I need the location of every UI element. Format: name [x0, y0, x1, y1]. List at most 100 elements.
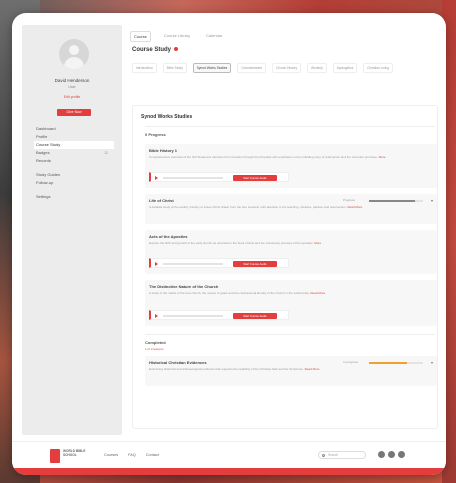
- read-more-link[interactable]: Read More: [310, 291, 325, 295]
- footer-logo-text: WORLD BIBLE SCHOOL: [63, 449, 86, 457]
- bible-logo-icon[interactable]: [50, 449, 60, 463]
- divider: [145, 334, 435, 335]
- subtab-church-history[interactable]: Church History: [271, 63, 302, 73]
- avatar-body-shape: [64, 57, 84, 69]
- tab-course[interactable]: Course: [130, 31, 151, 42]
- lesson-title[interactable]: Life of Christ: [149, 198, 174, 203]
- footer-link-faq[interactable]: FAQ: [128, 453, 136, 457]
- sidebar-item-label: Course Study: [36, 142, 61, 147]
- footer-accent-bar: [12, 468, 446, 475]
- lesson-description-text: Explore the birth and growth of the earl…: [149, 241, 314, 245]
- progress-bar: [369, 362, 423, 364]
- sidebar-item-label: Follow-up: [36, 180, 54, 185]
- lesson-description-text: A detailed study of the earthly ministry…: [149, 205, 347, 209]
- sidebar-nav: Dashboard Profile Course Study Badges 12 …: [34, 125, 114, 201]
- lesson-progress: Progress ▾: [343, 198, 433, 204]
- lesson-description: A study of the marks of the true church,…: [149, 291, 433, 295]
- page-title-text: Course Study: [132, 47, 172, 53]
- sidebar-item-badges[interactable]: Badges 12: [34, 149, 114, 157]
- footer-link-courses[interactable]: Courses: [104, 453, 118, 457]
- footer-link-contact[interactable]: Contact: [146, 453, 159, 457]
- sidebar-item-label: Dashboard: [36, 126, 56, 131]
- sidebar-item-follow-up[interactable]: Follow-up: [34, 179, 114, 187]
- start-audio-button[interactable]: Start Course Audio: [233, 175, 277, 181]
- give-now-button[interactable]: Give Now: [57, 109, 91, 116]
- lesson-description: Comprehensive overview of the Old Testam…: [149, 155, 433, 159]
- lesson-description-text: A study of the marks of the true church,…: [149, 291, 310, 295]
- section-heading: 0 Progress: [145, 132, 166, 137]
- lesson-title[interactable]: Acts of the Apostles: [149, 234, 188, 239]
- lesson-title[interactable]: Bible History 1: [149, 148, 177, 153]
- start-audio-button[interactable]: Start Course Audio: [233, 261, 277, 267]
- avatar[interactable]: [59, 39, 89, 69]
- lesson-item: The Distinctive Nature of the Church A s…: [145, 280, 437, 326]
- lesson-item: Acts of the Apostles Explore the birth a…: [145, 230, 437, 274]
- read-more-link[interactable]: More: [314, 241, 321, 245]
- search-icon: [322, 454, 325, 457]
- start-audio-button[interactable]: Start Course Audio: [233, 313, 277, 319]
- lesson-description: A detailed study of the earthly ministry…: [149, 205, 433, 209]
- play-icon[interactable]: [155, 176, 158, 180]
- sidebar-item-settings[interactable]: Settings: [34, 193, 114, 201]
- sidebar-item-label: Settings: [36, 194, 51, 199]
- sidebar-item-label: Study Guides: [36, 172, 61, 177]
- course-card: Synod Works Studies 0 Progress Bible His…: [132, 105, 438, 429]
- avatar-head-shape: [69, 45, 79, 55]
- audio-player: Start Course Audio: [149, 310, 289, 320]
- lesson-title[interactable]: Historical Christian Evidences: [149, 360, 207, 365]
- main-content: Course Course Library Calendar Course St…: [124, 25, 442, 435]
- twitter-icon[interactable]: [388, 451, 395, 458]
- sidebar-item-label: Badges: [36, 150, 50, 155]
- lesson-title[interactable]: The Distinctive Nature of the Church: [149, 284, 218, 289]
- search-placeholder: Search: [328, 453, 339, 457]
- facebook-icon[interactable]: [378, 451, 385, 458]
- subtab-synod-works[interactable]: Synod Works Studies: [192, 63, 232, 73]
- tab-calendar[interactable]: Calendar: [203, 31, 225, 42]
- section-subheading: 1 of 2 lessons: [145, 347, 164, 351]
- lesson-description-text: Comprehensive overview of the Old Testam…: [149, 155, 378, 159]
- audio-track[interactable]: [163, 315, 223, 317]
- sidebar-item-dashboard[interactable]: Dashboard: [34, 125, 114, 133]
- play-icon[interactable]: [155, 314, 158, 318]
- chevron-down-icon[interactable]: ▾: [431, 360, 433, 365]
- app-frame: David Henderson User Edit profile Give N…: [12, 13, 446, 475]
- progress-label: In progress: [343, 360, 359, 364]
- read-more-link[interactable]: Read More: [305, 367, 320, 371]
- edit-profile-link[interactable]: Edit profile: [22, 95, 122, 99]
- page-title: Course Study: [132, 47, 179, 53]
- subtab-christian-living[interactable]: Christian Living: [363, 63, 393, 73]
- read-more-link[interactable]: Read More: [347, 205, 362, 209]
- subtab-commentaries[interactable]: Commentaries: [237, 63, 266, 73]
- play-icon[interactable]: [155, 262, 158, 266]
- lesson-description-text: Examining historical and archaeological …: [149, 367, 304, 371]
- user-name: David Henderson: [54, 78, 90, 83]
- sidebar-item-label: Records: [36, 158, 51, 163]
- tab-course-library[interactable]: Course Library: [161, 31, 193, 42]
- lesson-description: Examining historical and archaeological …: [149, 367, 433, 371]
- subtabs: Introduction Bible Study Synod Works Stu…: [132, 63, 438, 73]
- sidebar: David Henderson User Edit profile Give N…: [22, 25, 122, 435]
- audio-player: Start Course Audio: [149, 258, 289, 268]
- lesson-item: Bible History 1 Comprehensive overview o…: [145, 144, 437, 188]
- sidebar-item-records[interactable]: Records: [34, 157, 114, 165]
- search-input[interactable]: Search: [318, 451, 366, 459]
- chevron-down-icon[interactable]: ▾: [431, 198, 433, 203]
- progress-label: Progress: [343, 198, 356, 202]
- lesson-item: Historical Christian Evidences In progre…: [145, 356, 437, 386]
- progress-fill: [369, 200, 415, 202]
- youtube-icon[interactable]: [398, 451, 405, 458]
- read-more-link[interactable]: More: [379, 155, 386, 159]
- audio-player: Start Course Audio: [149, 172, 289, 182]
- divider: [145, 126, 435, 127]
- audio-track[interactable]: [163, 177, 223, 179]
- subtab-introduction[interactable]: Introduction: [132, 63, 157, 73]
- sidebar-item-profile[interactable]: Profile: [34, 133, 114, 141]
- subtab-apologetics[interactable]: Apologetics: [332, 63, 358, 73]
- audio-track[interactable]: [163, 263, 223, 265]
- sidebar-item-study-guides[interactable]: Study Guides: [34, 171, 114, 179]
- subtab-bible-study[interactable]: Bible Study: [162, 63, 187, 73]
- sidebar-item-course-study[interactable]: Course Study: [34, 141, 114, 149]
- progress-bar: [369, 200, 423, 202]
- subtab-worship[interactable]: Worship: [307, 63, 327, 73]
- lesson-item: Life of Christ Progress ▾ A detailed stu…: [145, 194, 437, 224]
